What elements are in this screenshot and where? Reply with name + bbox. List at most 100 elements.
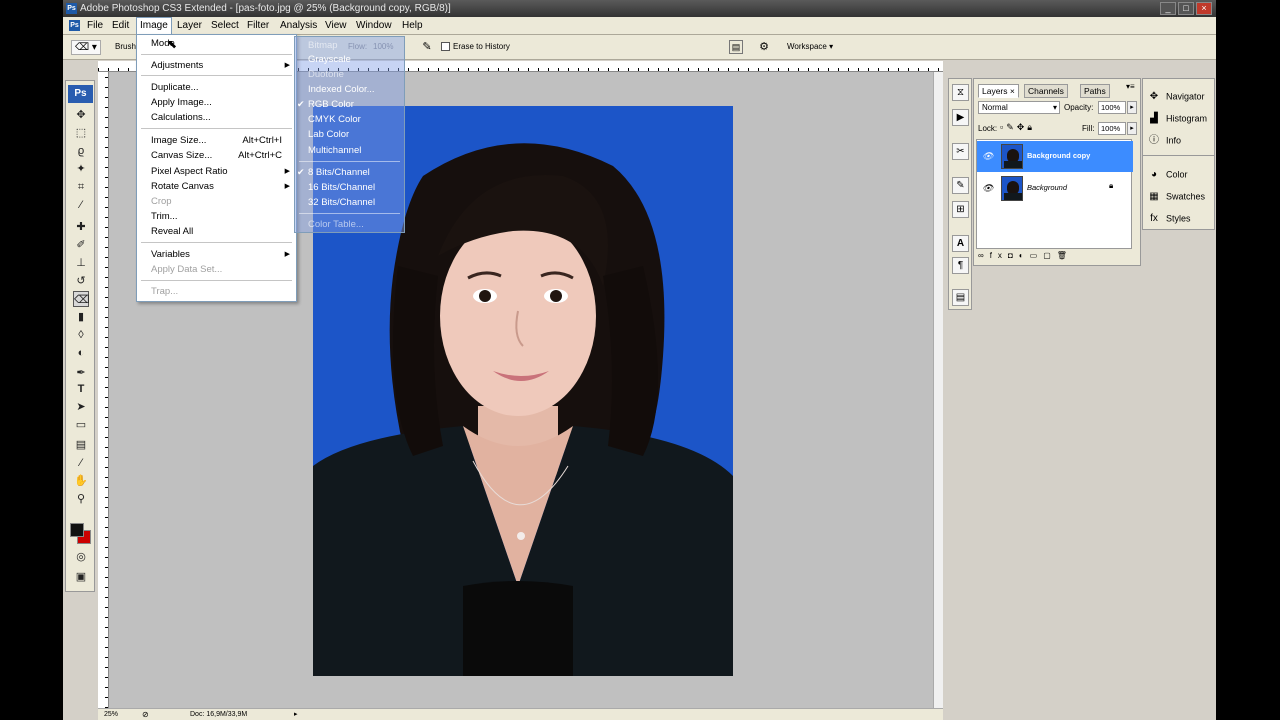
menu-help[interactable]: Help [399, 17, 426, 35]
opacity-slider-button[interactable]: ▸ [1127, 101, 1137, 114]
new-group-icon[interactable]: ▭ [1030, 251, 1044, 260]
move-tool-icon[interactable]: ✥ [73, 107, 89, 123]
gradient-tool-icon[interactable]: ▮ [73, 309, 89, 325]
mode-grayscale[interactable]: Grayscale [308, 54, 351, 65]
mode-rgb-color[interactable]: RGB Color [308, 99, 354, 110]
screen-mode-icon[interactable]: ▣ [73, 569, 89, 585]
menu-item-pixel-aspect-ratio[interactable]: Pixel Aspect Ratio [151, 166, 228, 177]
eyedropper-icon[interactable]: ⁄ [73, 197, 89, 213]
hand-tool-icon[interactable]: ✋ [73, 473, 89, 489]
paragraph-icon[interactable]: ¶ [952, 257, 969, 274]
maximize-button[interactable]: □ [1178, 2, 1194, 15]
tab-paths[interactable]: Paths [1080, 84, 1110, 98]
palette-well-icon[interactable]: ▤ [729, 40, 743, 54]
marquee-tool-icon[interactable]: ⬚ [73, 125, 89, 141]
blur-tool-icon[interactable]: ◊ [73, 327, 89, 343]
menu-analysis[interactable]: Analysis [277, 17, 320, 35]
menu-item-variables[interactable]: Variables [151, 249, 190, 260]
dodge-tool-icon[interactable]: ◐ [73, 345, 89, 361]
layer-style-icon[interactable]: fx [990, 251, 1008, 260]
new-layer-icon[interactable]: ▢ [1043, 251, 1057, 260]
vertical-scrollbar[interactable] [933, 72, 943, 708]
history-brush-icon[interactable]: ↺ [73, 273, 89, 289]
panel-histogram[interactable]: ▟ Histogram [1147, 112, 1207, 126]
menu-item-calculations[interactable]: Calculations... [151, 112, 211, 123]
mode-cmyk-color[interactable]: CMYK Color [308, 114, 361, 125]
blend-mode-select[interactable]: Normal ▾ [978, 101, 1060, 114]
panel-swatches[interactable]: ▦ Swatches [1147, 190, 1205, 204]
type-tool-icon[interactable]: T [73, 381, 89, 397]
link-layers-icon[interactable]: ∞ [978, 251, 990, 260]
menu-file[interactable]: File [84, 17, 106, 35]
panel-styles[interactable]: fx Styles [1147, 212, 1190, 226]
mode-32-bits[interactable]: 32 Bits/Channel [308, 197, 375, 208]
fill-input[interactable]: 100% [1098, 122, 1126, 135]
panel-navigator[interactable]: ✥ Navigator [1147, 90, 1205, 104]
delete-layer-icon[interactable]: 🗑︎ [1057, 251, 1073, 260]
visibility-eye-icon[interactable]: 👁︎ [982, 183, 993, 194]
mode-duotone[interactable]: Duotone [308, 69, 344, 80]
menu-view[interactable]: View [322, 17, 350, 35]
lock-icons[interactable]: ▫✎✥🔒︎ [1000, 122, 1035, 133]
workspace-icon[interactable]: ⚙ [755, 40, 773, 54]
status-icon[interactable]: ⊘ [142, 709, 149, 720]
mode-bitmap[interactable]: Bitmap [308, 40, 338, 51]
tab-channels[interactable]: Channels [1024, 84, 1068, 98]
menu-item-apply-data-set[interactable]: Apply Data Set... [151, 264, 222, 275]
menu-item-trap[interactable]: Trap... [151, 286, 178, 297]
panel-menu-icon[interactable]: ▾≡ [1126, 82, 1135, 91]
magic-wand-icon[interactable]: ✦ [73, 161, 89, 177]
layer-row-background-copy[interactable]: 👁︎ Background copy [977, 141, 1133, 172]
menu-layer[interactable]: Layer [174, 17, 205, 35]
tool-preset-picker[interactable]: ⌫ ▾ [71, 40, 101, 55]
zoom-tool-icon[interactable]: ⚲ [73, 491, 89, 507]
mode-16-bits[interactable]: 16 Bits/Channel [308, 182, 375, 193]
opacity-input[interactable]: 100% [1098, 101, 1126, 114]
mode-lab-color[interactable]: Lab Color [308, 129, 349, 140]
menu-item-crop[interactable]: Crop [151, 196, 172, 207]
quick-mask-icon[interactable]: ◎ [73, 549, 89, 565]
mode-indexed-color[interactable]: Indexed Color... [308, 84, 375, 95]
actions-icon[interactable]: ▶ [952, 109, 969, 126]
menu-item-trim[interactable]: Trim... [151, 211, 178, 222]
menu-image[interactable]: Image [136, 17, 172, 35]
workspace-menu[interactable]: Workspace ▾ [787, 42, 833, 51]
eyedropper2-icon[interactable]: ⁄ [73, 455, 89, 471]
layer-row-background[interactable]: 👁︎ Background 🔒︎ [977, 173, 1133, 204]
panel-info[interactable]: ⓘ Info [1147, 134, 1181, 148]
menu-edit[interactable]: Edit [109, 17, 132, 35]
shape-tool-icon[interactable]: ▭ [73, 417, 89, 433]
zoom-level[interactable]: 25% [104, 709, 118, 720]
ps-menu-icon[interactable]: Ps [66, 17, 83, 35]
close-button[interactable]: × [1196, 2, 1212, 15]
menu-item-canvas-size[interactable]: Canvas Size... [151, 150, 212, 161]
lasso-tool-icon[interactable]: ϱ [73, 143, 89, 159]
adjustment-layer-icon[interactable]: ◐ [1019, 251, 1030, 260]
fill-slider-button[interactable]: ▸ [1127, 122, 1137, 135]
airbrush-icon[interactable]: ✎ [419, 40, 435, 55]
mode-multichannel[interactable]: Multichannel [308, 145, 361, 156]
panel-color[interactable]: ◕ Color [1147, 168, 1188, 182]
pen-tool-icon[interactable]: ✒ [73, 365, 89, 381]
history-icon[interactable]: ⧖ [952, 84, 969, 101]
minimize-button[interactable]: _ [1160, 2, 1176, 15]
path-selection-icon[interactable]: ➤ [73, 399, 89, 415]
notes-tool-icon[interactable]: ▤ [73, 437, 89, 453]
erase-history-checkbox[interactable] [441, 42, 450, 51]
tab-layers[interactable]: Layers × [978, 84, 1019, 98]
character-icon[interactable]: A [952, 235, 969, 252]
eraser-tool-icon[interactable]: ⌫ [73, 291, 90, 307]
menu-item-image-size[interactable]: Image Size... [151, 135, 206, 146]
menu-filter[interactable]: Filter [244, 17, 272, 35]
menu-item-rotate-canvas[interactable]: Rotate Canvas [151, 181, 214, 192]
status-menu-arrow-icon[interactable]: ▸ [294, 709, 298, 720]
menu-window[interactable]: Window [353, 17, 395, 35]
clone-source-icon[interactable]: ⊞ [952, 201, 969, 218]
crop-tool-icon[interactable]: ⌗ [73, 179, 89, 195]
brush-tool-icon[interactable]: ✐ [73, 237, 89, 253]
menu-item-reveal-all[interactable]: Reveal All [151, 226, 193, 237]
healing-brush-icon[interactable]: ✚ [73, 219, 89, 235]
menu-item-adjustments[interactable]: Adjustments [151, 60, 203, 71]
brushes-icon[interactable]: ✎ [952, 177, 969, 194]
menu-item-duplicate[interactable]: Duplicate... [151, 82, 199, 93]
